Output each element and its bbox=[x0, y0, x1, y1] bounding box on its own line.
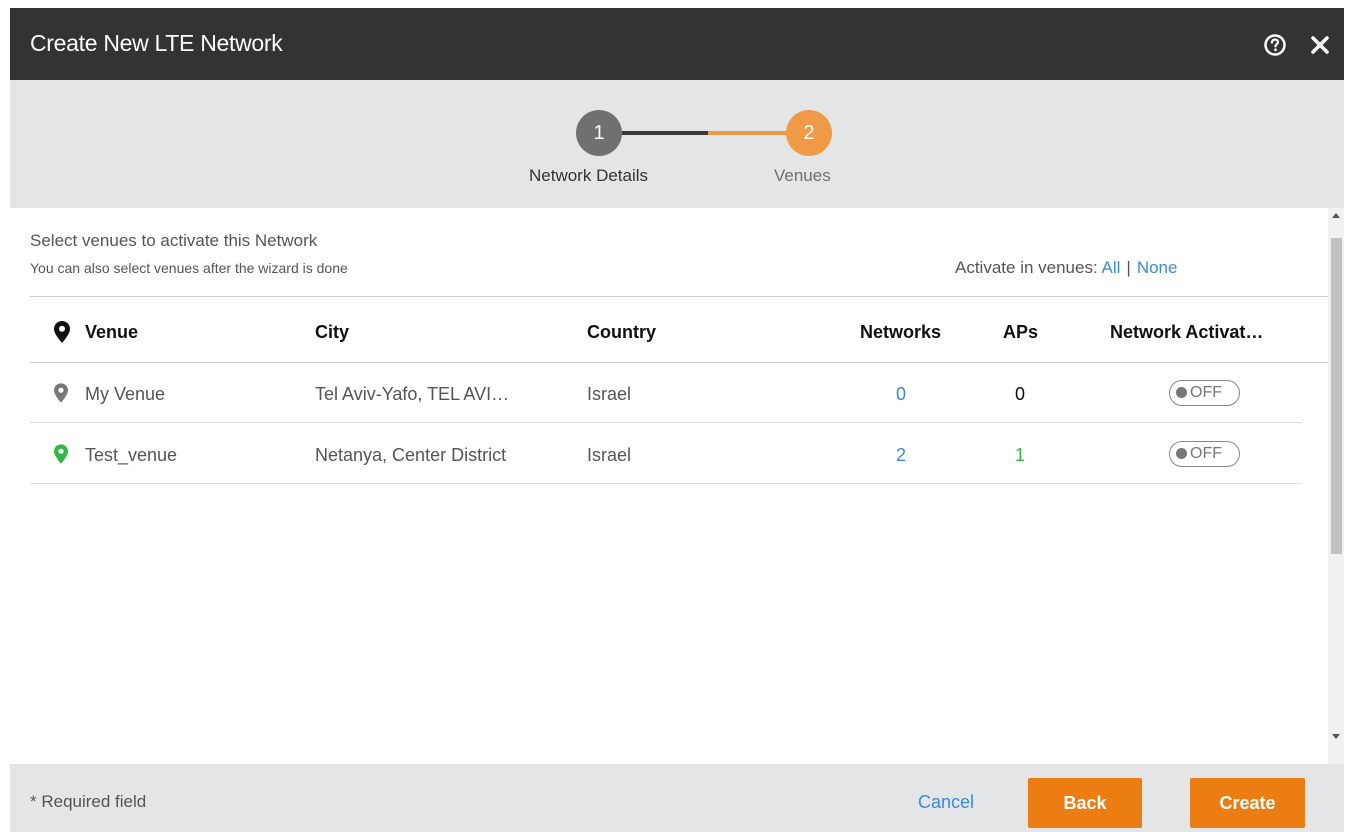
intro-subtitle: You can also select venues after the wiz… bbox=[30, 260, 348, 276]
activate-label: Activate in venues: bbox=[955, 258, 1098, 277]
wizard-stepper: 1 2 Network Details Venues bbox=[10, 80, 1344, 208]
close-icon[interactable] bbox=[1308, 33, 1332, 57]
step-connector-active bbox=[708, 131, 786, 135]
help-icon[interactable] bbox=[1263, 33, 1287, 57]
activate-none-link[interactable]: None bbox=[1137, 258, 1178, 277]
cell-city: Netanya, Center District bbox=[315, 445, 507, 465]
cell-aps: 0 bbox=[1015, 384, 1026, 404]
column-header-venue[interactable]: Venue bbox=[85, 322, 138, 343]
scroll-thumb[interactable] bbox=[1331, 238, 1342, 554]
required-field-note: * Required field bbox=[30, 792, 147, 811]
column-header-country[interactable]: Country bbox=[587, 322, 656, 343]
cell-venue: Test_venue bbox=[85, 445, 178, 465]
step-2-circle: 2 bbox=[786, 110, 832, 156]
map-pin-icon bbox=[54, 444, 68, 464]
cell-country: Israel bbox=[587, 384, 632, 404]
dialog-titlebar: Create New LTE Network bbox=[10, 8, 1344, 80]
map-pin-icon bbox=[54, 321, 70, 343]
table-header: Venue City Country Networks APs Network … bbox=[30, 297, 1328, 363]
back-button[interactable]: Back bbox=[1028, 778, 1142, 828]
step-1-circle[interactable]: 1 bbox=[576, 110, 622, 156]
column-header-aps[interactable]: APs bbox=[1003, 322, 1038, 343]
cell-venue: My Venue bbox=[85, 384, 166, 404]
toggle-label: OFF bbox=[1190, 445, 1222, 462]
cell-country: Israel bbox=[587, 445, 632, 465]
activate-in-venues: Activate in venues: All | None bbox=[955, 258, 1177, 278]
dialog-title: Create New LTE Network bbox=[30, 30, 283, 56]
cancel-button[interactable]: Cancel bbox=[918, 792, 974, 813]
step-1-label[interactable]: Network Details bbox=[529, 166, 648, 186]
column-header-network-activation[interactable]: Network Activat… bbox=[1110, 322, 1263, 343]
scroll-up-arrow-icon[interactable] bbox=[1332, 213, 1340, 218]
activation-toggle[interactable]: OFF bbox=[1169, 380, 1240, 406]
cell-networks-link[interactable]: 2 bbox=[896, 445, 906, 466]
table-row[interactable]: My Venue Tel Aviv-Yafo, TEL AVI… Israel … bbox=[30, 363, 1302, 423]
activation-toggle[interactable]: OFF bbox=[1169, 441, 1240, 467]
step-connector-done bbox=[622, 131, 708, 135]
activate-separator: | bbox=[1126, 258, 1131, 277]
table-row[interactable]: Test_venue Netanya, Center District Isra… bbox=[30, 424, 1302, 484]
step-2-label: Venues bbox=[774, 166, 831, 185]
cell-aps-link[interactable]: 1 bbox=[1015, 445, 1025, 466]
activate-all-link[interactable]: All bbox=[1102, 258, 1121, 277]
column-header-networks[interactable]: Networks bbox=[860, 322, 941, 343]
scroll-down-arrow-icon[interactable] bbox=[1332, 734, 1340, 739]
toggle-label: OFF bbox=[1190, 384, 1222, 401]
toggle-knob bbox=[1176, 387, 1187, 398]
venues-content: Select venues to activate this Network Y… bbox=[10, 208, 1328, 764]
column-header-city[interactable]: City bbox=[315, 322, 349, 343]
cell-networks-link[interactable]: 0 bbox=[896, 384, 906, 405]
vertical-scrollbar[interactable] bbox=[1328, 208, 1344, 764]
cell-city: Tel Aviv-Yafo, TEL AVI… bbox=[315, 384, 510, 404]
intro-title: Select venues to activate this Network bbox=[30, 231, 318, 250]
map-pin-icon bbox=[54, 383, 68, 403]
toggle-knob bbox=[1176, 448, 1187, 459]
create-button[interactable]: Create bbox=[1190, 778, 1305, 828]
dialog-footer: * Required field Cancel Back Create bbox=[10, 764, 1344, 832]
